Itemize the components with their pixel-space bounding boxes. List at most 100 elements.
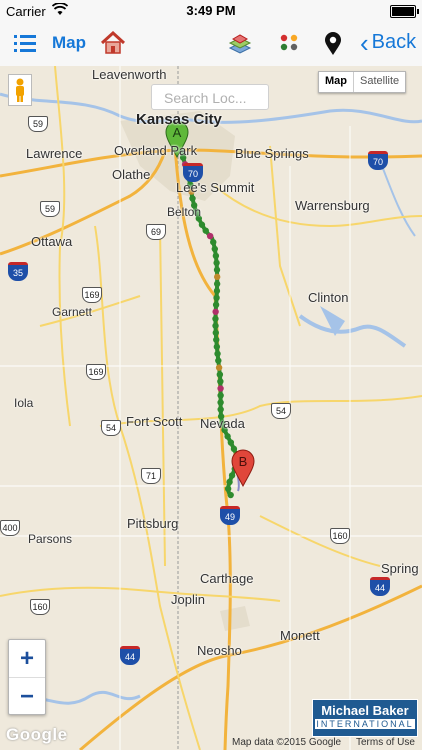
interstate-shield: 44 <box>120 646 140 665</box>
logo-line1: Michael Baker <box>321 703 409 718</box>
layers-icon[interactable] <box>228 32 252 56</box>
place-label: Overland Park <box>114 143 198 158</box>
chevron-left-icon: ‹ <box>360 27 369 58</box>
place-label: Leavenworth <box>92 67 167 82</box>
route-point <box>226 478 233 486</box>
interstate-shield: 49 <box>220 506 240 525</box>
terms-of-use-link[interactable]: Terms of Use <box>356 737 415 748</box>
route-point <box>217 406 224 413</box>
route-point <box>215 364 223 371</box>
place-label: Ottawa <box>31 234 73 249</box>
route-point <box>215 357 222 364</box>
list-icon[interactable] <box>14 33 36 53</box>
interstate-shield: 70 <box>183 163 203 182</box>
route-point <box>217 378 224 385</box>
map-type-control: Map Satellite <box>318 71 407 93</box>
highway-shield: 59 <box>28 116 48 132</box>
highway-shield: 160 <box>330 528 350 544</box>
highway-shield: 169 <box>86 364 106 380</box>
route-point <box>213 273 221 281</box>
place-label: Blue Springs <box>235 146 309 161</box>
battery-fill <box>392 7 414 16</box>
route-point <box>189 195 196 202</box>
route-point <box>227 439 235 446</box>
back-button[interactable]: ‹ Back <box>360 27 417 58</box>
route-point <box>213 343 221 350</box>
route-point <box>217 399 224 406</box>
route-point <box>212 301 220 308</box>
highway-shield: 69 <box>146 224 166 240</box>
place-label: Neosho <box>197 643 242 658</box>
route-point <box>213 294 220 302</box>
zoom-in-button[interactable]: + <box>9 640 45 678</box>
clock: 3:49 PM <box>186 3 236 18</box>
map-type-map-button[interactable]: Map <box>319 72 353 92</box>
google-logo: Google <box>6 725 68 744</box>
location-pin-icon[interactable] <box>323 32 343 56</box>
route-point <box>213 287 221 295</box>
interstate-shield: 35 <box>8 262 28 281</box>
street-view-pegman[interactable] <box>8 74 32 106</box>
place-label: Lawrence <box>26 146 83 161</box>
highway-shield: 169 <box>82 287 102 303</box>
highway-shield: 59 <box>40 201 60 217</box>
route-point <box>213 280 221 288</box>
place-label: Belton <box>167 205 202 219</box>
map-type-satellite-button[interactable]: Satellite <box>353 72 405 92</box>
place-label: Parsons <box>28 532 73 546</box>
nav-bar: Map ‹ Back <box>0 22 422 67</box>
route-point <box>230 445 238 453</box>
route-point <box>213 336 220 343</box>
place-label: Joplin <box>171 592 205 607</box>
highway-shield: 54 <box>101 420 121 436</box>
place-label: Kansas City <box>136 111 222 128</box>
route-point <box>228 472 236 479</box>
marker-b-label: B <box>239 454 248 469</box>
route-point <box>212 308 219 315</box>
highway-shield: 160 <box>30 599 50 615</box>
map-attribution: Map data ©2015 Google <box>232 737 342 748</box>
traffic-light-icon[interactable] <box>279 34 299 52</box>
home-icon[interactable] <box>100 31 126 55</box>
zoom-control: + − <box>8 639 46 715</box>
place-label: Nevada <box>200 416 245 431</box>
route-point <box>224 433 231 440</box>
place-label: Monett <box>280 628 320 643</box>
place-label: Lee's Summit <box>176 180 255 195</box>
place-label: Carthage <box>200 571 254 586</box>
place-label: Clinton <box>308 290 349 305</box>
route-point <box>217 385 224 392</box>
route-point <box>212 315 219 322</box>
place-label: Garnett <box>52 305 93 319</box>
michael-baker-logo: Michael Baker INTERNATIONAL <box>312 699 418 737</box>
map-view[interactable]: A B Leavenworth Kansas City Overland Par… <box>0 66 422 750</box>
place-label: Iola <box>14 396 34 410</box>
highway-shield: 400 <box>0 520 20 536</box>
route-point <box>212 329 220 336</box>
pegman-icon <box>16 78 24 102</box>
route-point <box>211 245 218 253</box>
route-point <box>212 322 219 329</box>
route-point <box>210 238 217 246</box>
route-point <box>224 485 232 492</box>
battery-icon <box>390 5 419 18</box>
search-location-input[interactable]: Search Loc... <box>151 84 269 110</box>
route-point <box>216 371 224 378</box>
route-point <box>213 266 221 274</box>
zoom-out-button[interactable]: − <box>9 678 45 715</box>
highway-shield: 71 <box>141 468 161 484</box>
route-point <box>212 252 220 260</box>
page-title: Map <box>52 33 86 52</box>
highway-shield: 54 <box>271 403 291 419</box>
place-label: Spring <box>381 561 419 576</box>
place-label: Pittsburg <box>127 516 179 531</box>
place-label: Olathe <box>112 167 151 182</box>
route-point <box>217 392 224 399</box>
interstate-shield: 70 <box>368 151 388 170</box>
logo-line2: INTERNATIONAL <box>315 719 415 729</box>
back-label: Back <box>371 31 417 53</box>
place-label: Warrensburg <box>295 198 370 213</box>
route-point <box>227 491 234 499</box>
route-point <box>206 232 214 240</box>
route-point <box>198 221 206 228</box>
